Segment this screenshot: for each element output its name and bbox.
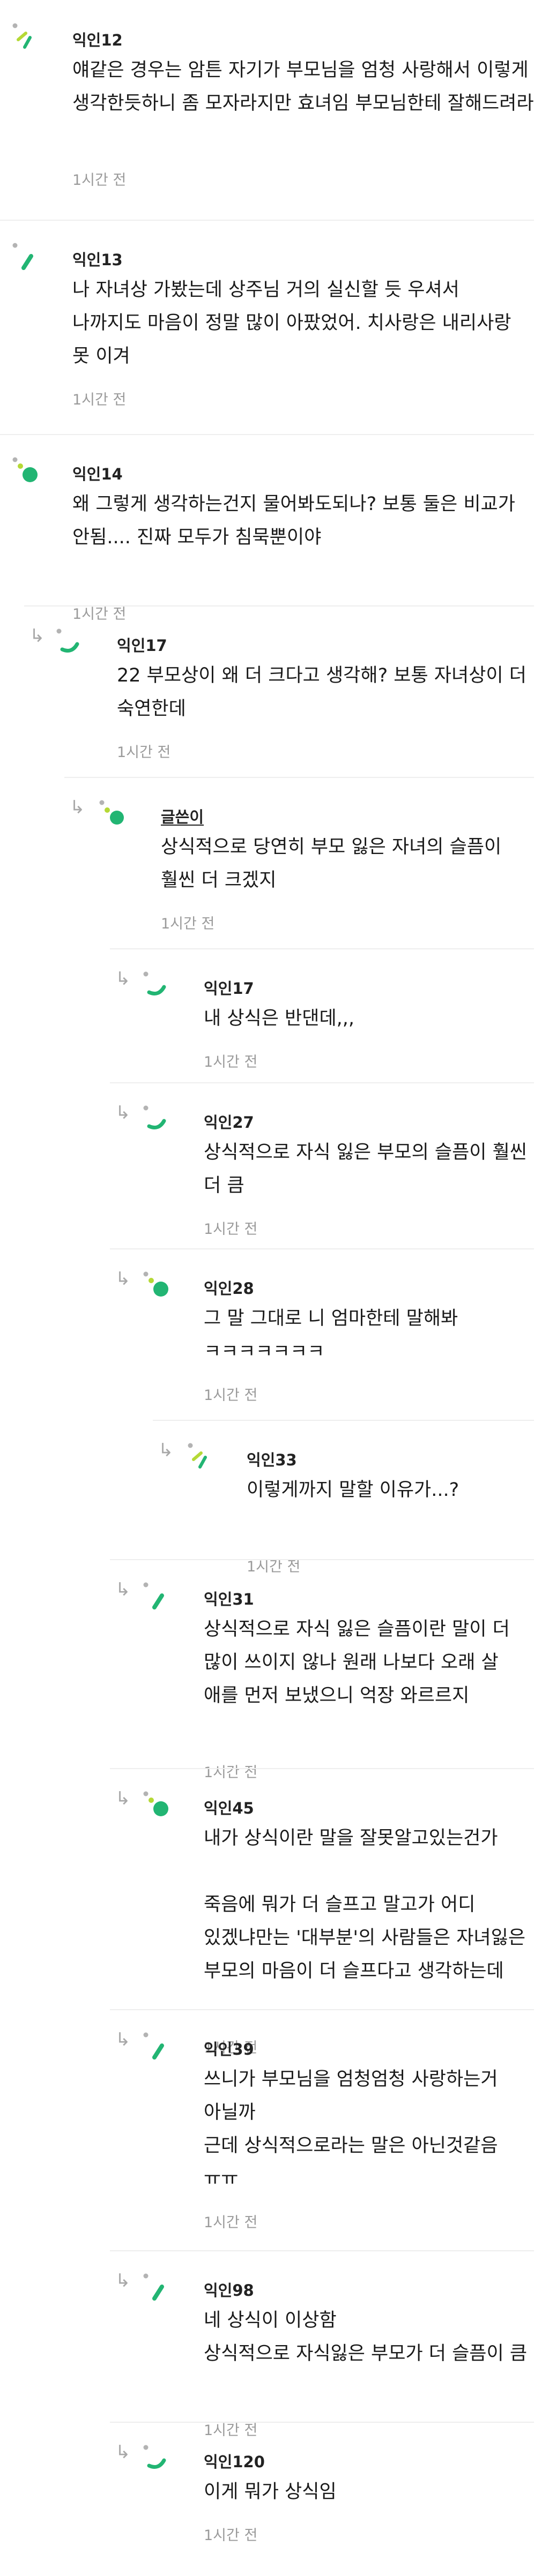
commenter-name[interactable]: 익인39 [204,2037,254,2060]
commenter-name[interactable]: 익인12 [72,28,123,50]
reply-item: ↳ 글쓴이상식적으로 당연히 부모 잃은 자녀의 슬픔이 훨씬 더 크겠지 1시간… [0,777,534,948]
comment-divider [110,1248,534,1249]
comment-divider [110,1559,534,1560]
comment-text: 그 말 그대로 니 엄마한테 말해봐 ㅋㅋㅋㅋㅋㅋㅋ [204,1308,458,1362]
reply-item: ↳ 익인33 이렇게까지 말할 이유가...? 1시간 전 [0,1420,534,1575]
commenter-name[interactable]: 익인28 [204,1276,254,1299]
comment-text: 22 부모상이 왜 더 크다고 생각해? 보통 자녀상이 더 숙연한데 [117,665,526,720]
reply-arrow-icon: ↳ [29,625,45,647]
author-name[interactable]: 글쓴이 [161,805,204,827]
comment-divider [110,2250,534,2251]
reply-item: ↳ 익인27 상식적으로 자식 잃은 부모의 슬픔이 훨씬 더 큼 1시간 전 [0,1082,534,1248]
comment-divider [110,948,534,949]
comment-text: 내가 상식이란 말을 잘못알고있는건가 [204,1828,498,1849]
commenter-name[interactable]: 익인45 [204,1796,254,1818]
comment-timestamp: 1시간 전 [204,1054,258,1070]
commenter-name[interactable]: 익인120 [204,2450,265,2472]
comment-divider [0,434,534,435]
comment-timestamp: 1시간 전 [117,744,171,761]
commenter-name[interactable]: 익인98 [204,2278,254,2301]
reply-arrow-icon: ↳ [115,1268,131,1290]
reply-item: ↳ 익인17 내 상식은 반댄데,,, 1시간 전 [0,948,534,1082]
comment-text: 상식적으로 당연히 부모 잃은 자녀의 슬픔이 훨씬 더 크겠지 [161,836,502,891]
comment-item: 익인14 왜 그렇게 생각하는건지 물어봐도되나? 보통 둘은 비교가 안됨...… [0,434,534,623]
avatar-green-dot-icon[interactable] [140,1269,170,1299]
comment-text: 네 상식이 이상함 [204,2310,337,2331]
avatar-lime-green-dot-icon[interactable] [97,797,127,827]
comment-timestamp: 1시간 전 [204,2527,258,2544]
comment-divider [110,1768,534,1769]
avatar-green-dot-icon[interactable] [10,454,40,484]
commenter-name[interactable]: 익인27 [204,1110,254,1133]
commenter-name[interactable]: 익인33 [247,1448,297,1470]
comment-text: 상식적으로 자식 잃은 슬픔이란 말이 더 많이 쓰이지 않나 원래 나보다 오… [204,1619,510,1706]
comment-text: 얘같은 경우는 암튼 자기가 부모님을 엄청 사랑해서 이렇게 생각한듯하니 좀… [72,59,534,114]
comment-divider [153,1420,534,1421]
comment-text: 상식적으로 자식 잃은 부모의 슬픔이 훨씬 더 큼 [204,1142,528,1196]
commenter-name[interactable]: 익인14 [72,462,123,484]
reply-arrow-icon: ↳ [115,968,131,990]
avatar-green-slash-icon[interactable] [140,2030,170,2060]
comment-text: 근데 상식적으로라는 말은 아닌것같음 ㅠㅠ [204,2135,498,2190]
reply-arrow-icon: ↳ [70,797,85,818]
avatar-lime-green-icon[interactable] [185,1440,215,1470]
comment-text: 쓰니가 부모님을 엄청엄청 사랑하는거 아닐까 [204,2069,498,2123]
avatar-green-arc-icon[interactable] [140,969,170,999]
comment-divider [64,777,534,778]
comment-divider [0,220,534,221]
avatar-green-slash-icon[interactable] [10,240,40,270]
reply-item: ↳ 익인28 그 말 그대로 니 엄마한테 말해봐 ㅋㅋㅋㅋㅋㅋㅋ 1시간 전 [0,1248,534,1420]
reply-arrow-icon: ↳ [115,1102,131,1124]
comment-text: 왜 그렇게 생각하는건지 물어봐도되나? 보통 둘은 비교가 안됨.... 진짜… [72,493,515,548]
reply-arrow-icon: ↳ [115,1788,131,1809]
commenter-name[interactable]: 익인17 [117,633,167,656]
reply-item: ↳ 익인39 쓰니가 부모님을 엄청엄청 사랑하는거 아닐까근데 상식적으로라는 … [0,2009,534,2250]
reply-item: ↳ 익인17 22 부모상이 왜 더 크다고 생각해? 보통 자녀상이 더 숙연한… [0,605,534,777]
commenter-name[interactable]: 익인13 [72,248,123,270]
comment-timestamp: 1시간 전 [72,172,127,189]
comment-timestamp: 1시간 전 [161,916,215,932]
comment-item: 익인13 나 자녀상 가봤는데 상주님 거의 실신할 듯 우셔서 나까지도 마음이… [0,220,534,434]
reply-item: ↳ 익인31 상식적으로 자식 잃은 슬픔이란 말이 더 많이 쓰이지 않나 원래… [0,1559,534,1781]
comment-divider [110,1082,534,1083]
reply-item: ↳ 익인45 내가 상식이란 말을 잘못알고있는건가죽음에 뭐가 더 슬프고 말고… [0,1768,534,2056]
comment-divider [110,2009,534,2010]
commenter-name[interactable]: 익인31 [204,1587,254,1609]
reply-arrow-icon: ↳ [115,2442,131,2463]
avatar-green-dot-icon[interactable] [140,1788,170,1818]
avatar-green-slash-icon[interactable] [140,1579,170,1609]
reply-item: ↳ 익인98 네 상식이 이상함 상식적으로 자식잃은 부모가 더 슬픔이 큼 1시간… [0,2250,534,2439]
comment-timestamp: 1시간 전 [204,1387,258,1404]
comment-divider [110,2422,534,2423]
avatar-lime-green-icon[interactable] [10,20,40,50]
avatar-green-arc-icon[interactable] [54,626,84,656]
avatar-green-slash-icon[interactable] [140,2271,170,2301]
reply-arrow-icon: ↳ [158,1440,174,1461]
comment-text: 내 상식은 반댄데,,, [204,1008,355,1029]
commenter-name[interactable]: 익인17 [204,976,254,999]
reply-arrow-icon: ↳ [115,2029,131,2050]
comment-text: 이게 뭐가 상식임 [204,2481,337,2503]
comment-timestamp: 1시간 전 [204,2214,258,2231]
reply-arrow-icon: ↳ [115,2270,131,2292]
comment-text: 상식적으로 자식잃은 부모가 더 슬픔이 큼 [204,2343,528,2364]
comment-thread: 익인12 얘같은 경우는 암튼 자기가 부모님을 엄청 사랑해서 이렇게 생각한듯… [0,0,549,2576]
avatar-green-arc-icon[interactable] [140,2442,170,2472]
comment-divider [24,605,534,606]
comment-timestamp: 1시간 전 [72,392,127,408]
comment-timestamp: 1시간 전 [204,1221,258,1238]
comment-text: 죽음에 뭐가 더 슬프고 말고가 어디 있겠냐만는 '대부분'의 사람들은 자녀… [204,1894,526,1982]
comment-item: 익인12 얘같은 경우는 암튼 자기가 부모님을 엄청 사랑해서 이렇게 생각한듯… [0,0,534,220]
comment-text: 이렇게까지 말할 이유가...? [247,1479,459,1501]
reply-item: ↳ 익인120 이게 뭐가 상식임 1시간 전 [0,2422,534,2576]
comment-text: 나 자녀상 가봤는데 상주님 거의 실신할 듯 우셔서 나까지도 마음이 정말 … [72,279,511,367]
reply-arrow-icon: ↳ [115,1579,131,1600]
avatar-green-arc-icon[interactable] [140,1103,170,1133]
